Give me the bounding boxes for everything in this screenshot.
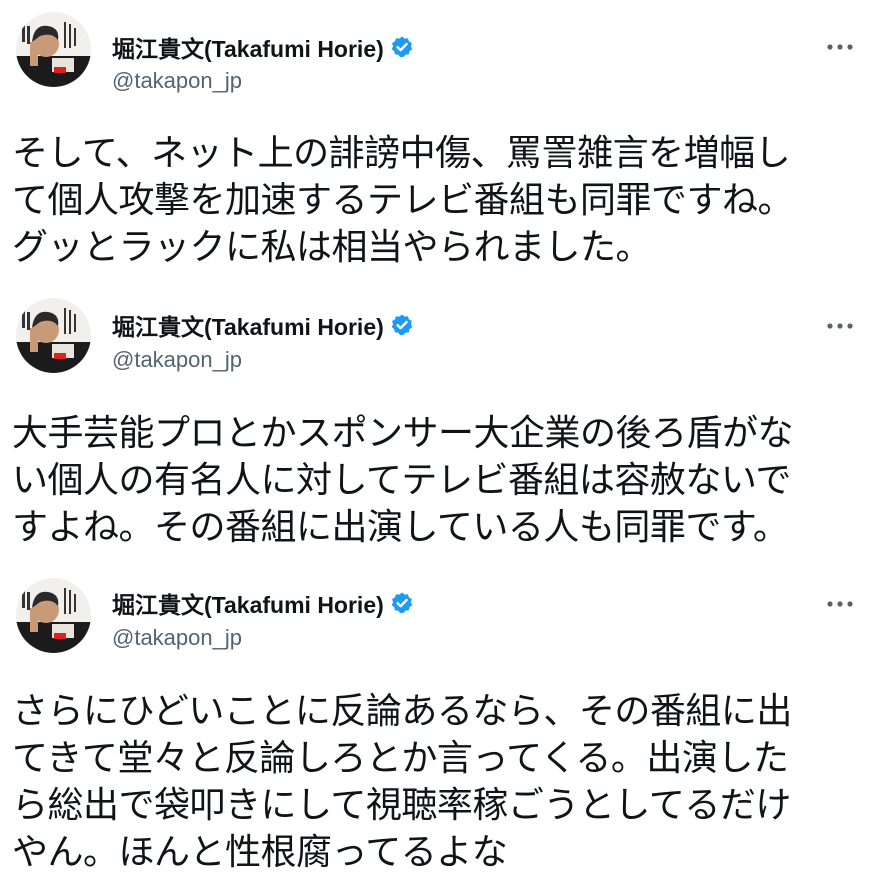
author-name[interactable]: 堀江貴文(Takafumi Horie) [112,30,384,64]
tweet-text-line: て個人攻撃を加速するテレビ番組も同罪ですね。 [12,180,794,221]
author-handle[interactable]: @takapon_jp [112,625,242,651]
tweet-text-line: やん。ほんと性根腐ってるよな [12,832,508,873]
tweet-text-line: さらにひどいことに反論あるなら、その番組に出 [12,691,792,732]
verified-badge-icon [390,35,414,59]
more-options-icon[interactable] [824,594,856,614]
avatar[interactable] [16,12,91,87]
author-handle[interactable]: @takapon_jp [112,68,242,94]
more-options-icon[interactable] [824,316,856,336]
avatar-image [16,578,91,653]
more-options-icon[interactable] [824,37,856,57]
verified-badge-icon [390,313,414,337]
tweet-text-line: グッとラックに私は相当やられました。 [12,227,652,268]
tweet-text: そして、ネット上の誹謗中傷、罵詈雑言を増幅し て個人攻撃を加速するテレビ番組も同… [12,130,862,271]
author-row: 堀江貴文(Takafumi Horie) [112,32,414,62]
author-name[interactable]: 堀江貴文(Takafumi Horie) [112,586,384,620]
verified-badge-icon [390,591,414,615]
tweet-text-line: てきて堂々と反論しろとか言ってくる。出演した [12,738,789,779]
tweet-text: さらにひどいことに反論あるなら、その番組に出 てきて堂々と反論しろとか言ってくる… [12,688,862,876]
tweet-text-line: 大手芸能プロとかスポンサー大企業の後ろ盾がな [12,413,794,454]
avatar[interactable] [16,578,91,653]
tweet-text-line: い個人の有名人に対してテレビ番組は容赦ないで [12,460,791,501]
tweet-text-line: ら総出で袋叩きにして視聴率稼ごうとしてるだけ [12,785,791,826]
author-row: 堀江貴文(Takafumi Horie) [112,310,414,340]
avatar-image [16,298,91,373]
author-row: 堀江貴文(Takafumi Horie) [112,588,414,618]
avatar[interactable] [16,298,91,373]
tweet-text: 大手芸能プロとかスポンサー大企業の後ろ盾がな い個人の有名人に対してテレビ番組は… [12,410,862,551]
tweet-text-line: そして、ネット上の誹謗中傷、罵詈雑言を増幅し [12,133,791,174]
author-name[interactable]: 堀江貴文(Takafumi Horie) [112,308,384,342]
author-handle[interactable]: @takapon_jp [112,347,242,373]
tweet-text-line: すよね。その番組に出演している人も同罪です。 [12,507,789,548]
avatar-image [16,12,91,87]
